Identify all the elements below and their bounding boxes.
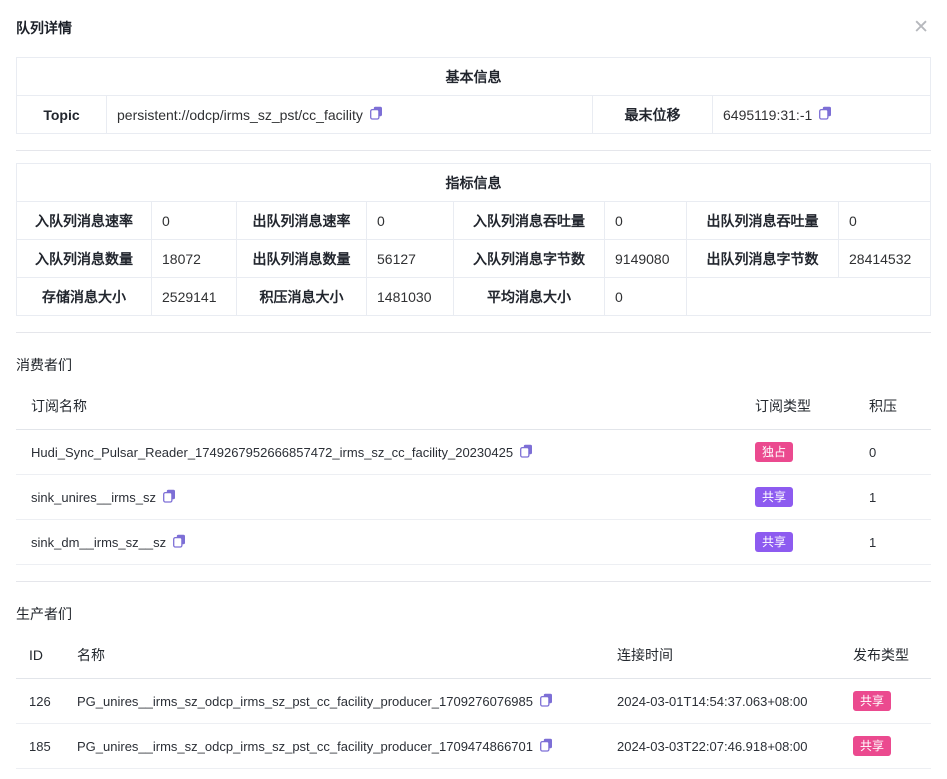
table-row: sink_dm__irms_sz__sz 共享 1: [16, 520, 931, 565]
metric-value: 2529141: [152, 278, 237, 316]
dialog-header: 队列详情 ✕: [16, 0, 931, 38]
copy-icon[interactable]: [173, 534, 186, 551]
column-header-connect-time: 连接时间: [602, 630, 838, 679]
metric-value: 28414532: [839, 240, 931, 278]
connect-time: 2024-03-03T22:07:46.918+08:00: [602, 724, 838, 769]
metric-value: 0: [839, 202, 931, 240]
copy-icon[interactable]: [540, 693, 553, 710]
table-row: Topic persistent://odcp/irms_sz_pst/cc_f…: [17, 96, 931, 134]
topic-value: persistent://odcp/irms_sz_pst/cc_facilit…: [117, 107, 363, 123]
table-row: 指标信息: [17, 164, 931, 202]
metric-value: 0: [605, 278, 687, 316]
backlog-value: 1: [854, 475, 931, 520]
table-row: 存储消息大小 2529141 积压消息大小 1481030 平均消息大小 0: [17, 278, 931, 316]
table-row: 基本信息: [17, 58, 931, 96]
table-header-row: 订阅名称 订阅类型 积压: [16, 381, 931, 430]
subscription-type-badge: 共享: [755, 487, 793, 507]
backlog-value: 0: [854, 430, 931, 475]
producer-name: PG_unires__irms_sz_odcp_irms_sz_pst_cc_f…: [77, 694, 533, 709]
producer-id: 126: [16, 679, 64, 724]
copy-icon[interactable]: [370, 106, 383, 123]
last-offset-value: 6495119:31:-1: [723, 107, 812, 123]
topic-label: Topic: [17, 96, 107, 134]
metric-label: 入队列消息速率: [17, 202, 152, 240]
copy-icon[interactable]: [520, 444, 533, 461]
table-row: 入队列消息数量 18072 出队列消息数量 56127 入队列消息字节数 914…: [17, 240, 931, 278]
basic-info-table: 基本信息 Topic persistent://odcp/irms_sz_pst…: [16, 57, 931, 134]
copy-icon[interactable]: [819, 106, 832, 123]
metrics-section-header: 指标信息: [17, 164, 931, 202]
backlog-value: 1: [854, 520, 931, 565]
publish-type-badge: 共享: [853, 691, 891, 711]
section-divider: [16, 581, 931, 582]
consumers-table: 订阅名称 订阅类型 积压 Hudi_Sync_Pulsar_Reader_174…: [16, 381, 931, 565]
metric-label: 入队列消息数量: [17, 240, 152, 278]
close-icon[interactable]: ✕: [911, 18, 931, 37]
column-header-subscription-type: 订阅类型: [740, 381, 854, 430]
column-header-publish-type: 发布类型: [838, 630, 931, 679]
metric-value: 1481030: [367, 278, 454, 316]
table-row: Hudi_Sync_Pulsar_Reader_1749267952666857…: [16, 430, 931, 475]
metric-label: 出队列消息字节数: [687, 240, 839, 278]
column-header-id: ID: [16, 630, 64, 679]
empty-cell: [687, 278, 931, 316]
column-header-backlog: 积压: [854, 381, 931, 430]
section-divider: [16, 332, 931, 333]
metric-value: 56127: [367, 240, 454, 278]
metric-label: 平均消息大小: [454, 278, 605, 316]
producers-table: ID 名称 连接时间 发布类型 126 PG_unires__irms_sz_o…: [16, 630, 931, 769]
last-offset-label: 最末位移: [593, 96, 713, 134]
table-row: 126 PG_unires__irms_sz_odcp_irms_sz_pst_…: [16, 679, 931, 724]
metric-value: 9149080: [605, 240, 687, 278]
metric-label: 出队列消息速率: [237, 202, 367, 240]
metric-label: 出队列消息吞吐量: [687, 202, 839, 240]
subscription-type-badge: 独占: [755, 442, 793, 462]
metric-label: 积压消息大小: [237, 278, 367, 316]
metric-label: 入队列消息吞吐量: [454, 202, 605, 240]
metric-value: 0: [367, 202, 454, 240]
metric-value: 0: [605, 202, 687, 240]
table-row: 185 PG_unires__irms_sz_odcp_irms_sz_pst_…: [16, 724, 931, 769]
basic-info-section-header: 基本信息: [17, 58, 931, 96]
metric-label: 入队列消息字节数: [454, 240, 605, 278]
connect-time: 2024-03-01T14:54:37.063+08:00: [602, 679, 838, 724]
metrics-table: 指标信息 入队列消息速率 0 出队列消息速率 0 入队列消息吞吐量 0 出队列消…: [16, 163, 931, 316]
publish-type-badge: 共享: [853, 736, 891, 756]
metric-value: 0: [152, 202, 237, 240]
column-header-subscription-name: 订阅名称: [16, 381, 740, 430]
subscription-name: sink_unires__irms_sz: [31, 490, 156, 505]
producer-id: 185: [16, 724, 64, 769]
copy-icon[interactable]: [163, 489, 176, 506]
dialog-title: 队列详情: [16, 18, 72, 38]
table-header-row: ID 名称 连接时间 发布类型: [16, 630, 931, 679]
metric-value: 18072: [152, 240, 237, 278]
table-row: sink_unires__irms_sz 共享 1: [16, 475, 931, 520]
consumers-section-title: 消费者们: [16, 355, 931, 375]
section-divider: [16, 150, 931, 151]
subscription-type-badge: 共享: [755, 532, 793, 552]
producer-name: PG_unires__irms_sz_odcp_irms_sz_pst_cc_f…: [77, 739, 533, 754]
table-row: 入队列消息速率 0 出队列消息速率 0 入队列消息吞吐量 0 出队列消息吞吐量 …: [17, 202, 931, 240]
copy-icon[interactable]: [540, 738, 553, 755]
queue-details-dialog: 队列详情 ✕ 基本信息 Topic persistent://odcp/irms…: [0, 0, 947, 769]
subscription-name: Hudi_Sync_Pulsar_Reader_1749267952666857…: [31, 445, 513, 460]
subscription-name: sink_dm__irms_sz__sz: [31, 535, 166, 550]
metric-label: 存储消息大小: [17, 278, 152, 316]
producers-section-title: 生产者们: [16, 604, 931, 624]
metric-label: 出队列消息数量: [237, 240, 367, 278]
column-header-name: 名称: [64, 630, 602, 679]
